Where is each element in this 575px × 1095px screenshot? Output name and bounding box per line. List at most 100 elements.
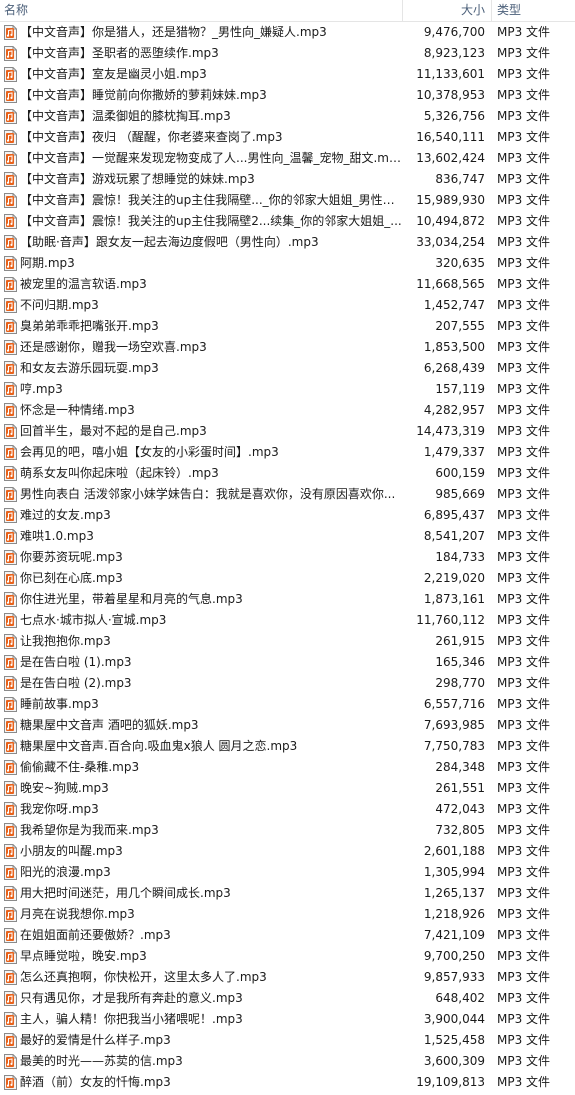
file-name: 小朋友的叫醒.mp3 <box>20 844 123 858</box>
file-row[interactable]: 怀念是一种情绪.mp3 4,282,957 MP3 文件 <box>0 400 575 421</box>
file-row[interactable]: 晚安~狗贼.mp3 261,551 MP3 文件 <box>0 778 575 799</box>
file-size: 6,268,439 <box>423 361 485 375</box>
file-size: 284,348 <box>435 760 485 774</box>
file-row[interactable]: 最美的时光——苏荬的信.mp3 3,600,309 MP3 文件 <box>0 1051 575 1072</box>
file-name: 让我抱抱你.mp3 <box>20 634 111 648</box>
file-row[interactable]: 臭弟弟乖乖把嘴张开.mp3 207,555 MP3 文件 <box>0 316 575 337</box>
file-name: 怎么还真抱啊，你快松开，这里太多人了.mp3 <box>20 970 267 984</box>
column-header-size[interactable]: 大小 <box>403 0 485 21</box>
file-type: MP3 文件 <box>497 529 551 543</box>
file-row[interactable]: 我希望你是为我而来.mp3 732,805 MP3 文件 <box>0 820 575 841</box>
file-size: 9,476,700 <box>423 25 485 39</box>
file-row[interactable]: 回首半生，最对不起的是自己.mp3 14,473,319 MP3 文件 <box>0 421 575 442</box>
audio-file-icon <box>4 613 17 628</box>
file-row[interactable]: 难哄1.0.mp3 8,541,207 MP3 文件 <box>0 526 575 547</box>
file-row[interactable]: 是在告白啦 (1).mp3 165,346 MP3 文件 <box>0 652 575 673</box>
file-type: MP3 文件 <box>497 319 551 333</box>
file-row[interactable]: 哼.mp3 157,119 MP3 文件 <box>0 379 575 400</box>
file-row[interactable]: 还是感谢你，赠我一场空欢喜.mp3 1,853,500 MP3 文件 <box>0 337 575 358</box>
file-size: 985,669 <box>435 487 485 501</box>
file-name: 醉酒（前）女友的忏悔.mp3 <box>20 1075 171 1089</box>
audio-file-icon <box>4 151 17 166</box>
file-row[interactable]: 在姐姐面前还要傲娇？.mp3 7,421,109 MP3 文件 <box>0 925 575 946</box>
file-name: 晚安~狗贼.mp3 <box>20 781 109 795</box>
file-row[interactable]: 【助眠·音声】跟女友一起去海边度假吧（男性向）.mp3 33,034,254 MP3… <box>0 232 575 253</box>
file-name: 回首半生，最对不起的是自己.mp3 <box>20 424 207 438</box>
file-size: 13,602,424 <box>416 151 485 165</box>
file-row[interactable]: 【中文音声】震惊！我关注的up主住我隔壁..._你的邻家大姐姐_男性向_... 1… <box>0 190 575 211</box>
file-size: 207,555 <box>435 319 485 333</box>
file-row[interactable]: 早点睡觉啦，晚安.mp3 9,700,250 MP3 文件 <box>0 946 575 967</box>
file-row[interactable]: 不问归期.mp3 1,452,747 MP3 文件 <box>0 295 575 316</box>
file-size: 472,043 <box>435 802 485 816</box>
file-row[interactable]: 【中文音声】睡觉前向你撒娇的萝莉妹妹.mp3 10,378,953 MP3 文件 <box>0 85 575 106</box>
column-header-type[interactable]: 类型 <box>497 0 567 21</box>
file-row[interactable]: 男性向表白 活泼邻家小妹学妹告白：我就是喜欢你，没有原因喜欢你... 985,66… <box>0 484 575 505</box>
file-size: 16,540,111 <box>416 130 485 144</box>
audio-file-icon <box>4 214 17 229</box>
file-row[interactable]: 【中文音声】一觉醒来发现宠物变成了人...男性向_温馨_宠物_甜文.mp3 13,… <box>0 148 575 169</box>
file-row[interactable]: 和女友去游乐园玩耍.mp3 6,268,439 MP3 文件 <box>0 358 575 379</box>
file-size: 7,750,783 <box>423 739 485 753</box>
file-row[interactable]: 是在告白啦 (2).mp3 298,770 MP3 文件 <box>0 673 575 694</box>
file-name: 【助眠·音声】跟女友一起去海边度假吧（男性向）.mp3 <box>20 235 319 249</box>
column-header-name[interactable]: 名称 <box>4 0 400 21</box>
file-row[interactable]: 阳光的浪漫.mp3 1,305,994 MP3 文件 <box>0 862 575 883</box>
file-row[interactable]: 月亮在说我想你.mp3 1,218,926 MP3 文件 <box>0 904 575 925</box>
file-size: 7,693,985 <box>423 718 485 732</box>
file-row[interactable]: 【中文音声】震惊！我关注的up主住我隔壁2...续集_你的邻家大姐姐_... 10… <box>0 211 575 232</box>
file-row[interactable]: 【中文音声】夜归 （醒醒，你老婆来查岗了.mp3 16,540,111 MP3 文件 <box>0 127 575 148</box>
audio-file-icon <box>4 571 17 586</box>
file-row[interactable]: 【中文音声】室友是幽灵小姐.mp3 11,133,601 MP3 文件 <box>0 64 575 85</box>
file-row[interactable]: 用大把时间迷茫，用几个瞬间成长.mp3 1,265,137 MP3 文件 <box>0 883 575 904</box>
file-row[interactable]: 睡前故事.mp3 6,557,716 MP3 文件 <box>0 694 575 715</box>
file-type: MP3 文件 <box>497 802 551 816</box>
file-name: 怀念是一种情绪.mp3 <box>20 403 135 417</box>
file-row[interactable]: 我宠你呀.mp3 472,043 MP3 文件 <box>0 799 575 820</box>
file-size: 2,219,020 <box>423 571 485 585</box>
file-row[interactable]: 醉酒（前）女友的忏悔.mp3 19,109,813 MP3 文件 <box>0 1072 575 1093</box>
file-type: MP3 文件 <box>497 88 551 102</box>
file-row[interactable]: 偷偷藏不住-桑稚.mp3 284,348 MP3 文件 <box>0 757 575 778</box>
file-row[interactable]: 七点水·城市拟人·宣城.mp3 11,760,112 MP3 文件 <box>0 610 575 631</box>
file-row[interactable]: 被宠里的温言软语.mp3 11,668,565 MP3 文件 <box>0 274 575 295</box>
file-size: 320,635 <box>435 256 485 270</box>
file-type: MP3 文件 <box>497 382 551 396</box>
audio-file-icon <box>4 319 17 334</box>
file-type: MP3 文件 <box>497 991 551 1005</box>
file-row[interactable]: 只有遇见你，才是我所有奔赴的意义.mp3 648,402 MP3 文件 <box>0 988 575 1009</box>
file-name: 【中文音声】室友是幽灵小姐.mp3 <box>20 67 207 81</box>
file-row[interactable]: 怎么还真抱啊，你快松开，这里太多人了.mp3 9,857,933 MP3 文件 <box>0 967 575 988</box>
file-row[interactable]: 你住进光里，带着星星和月亮的气息.mp3 1,873,161 MP3 文件 <box>0 589 575 610</box>
file-row[interactable]: 你要苏资玩呢.mp3 184,733 MP3 文件 <box>0 547 575 568</box>
file-row[interactable]: 难过的女友.mp3 6,895,437 MP3 文件 <box>0 505 575 526</box>
file-row[interactable]: 【中文音声】温柔御姐的膝枕掏耳.mp3 5,326,756 MP3 文件 <box>0 106 575 127</box>
file-row[interactable]: 你已刻在心底.mp3 2,219,020 MP3 文件 <box>0 568 575 589</box>
file-type: MP3 文件 <box>497 571 551 585</box>
file-row[interactable]: 小朋友的叫醒.mp3 2,601,188 MP3 文件 <box>0 841 575 862</box>
file-name: 难过的女友.mp3 <box>20 508 111 522</box>
file-row[interactable]: 萌系女友叫你起床啦（起床铃）.mp3 600,159 MP3 文件 <box>0 463 575 484</box>
file-row[interactable]: 会再见的吧，嘻小姐【女友的小彩蛋时间】.mp3 1,479,337 MP3 文件 <box>0 442 575 463</box>
file-row[interactable]: 主人，骗人精！你把我当小猪喂呢！.mp3 3,900,044 MP3 文件 <box>0 1009 575 1030</box>
file-row[interactable]: 阿期.mp3 320,635 MP3 文件 <box>0 253 575 274</box>
audio-file-icon <box>4 655 17 670</box>
audio-file-icon <box>4 46 17 61</box>
file-name: 【中文音声】你是猎人，还是猎物？_男性向_嫌疑人.mp3 <box>20 25 327 39</box>
file-row[interactable]: 【中文音声】圣职者的恶堕续作.mp3 8,923,123 MP3 文件 <box>0 43 575 64</box>
file-row[interactable]: 糖果屋中文音声.百合向.吸血鬼x狼人 圆月之恋.mp3 7,750,783 MP3 … <box>0 736 575 757</box>
file-size: 1,218,926 <box>423 907 485 921</box>
file-row[interactable]: 【中文音声】你是猎人，还是猎物？_男性向_嫌疑人.mp3 9,476,700 MP3… <box>0 22 575 43</box>
file-type: MP3 文件 <box>497 1012 551 1026</box>
file-row[interactable]: 糖果屋中文音声 酒吧的狐妖.mp3 7,693,985 MP3 文件 <box>0 715 575 736</box>
audio-file-icon <box>4 277 17 292</box>
audio-file-icon <box>4 718 17 733</box>
file-type: MP3 文件 <box>497 718 551 732</box>
file-row[interactable]: 最好的爱情是什么样子.mp3 1,525,458 MP3 文件 <box>0 1030 575 1051</box>
file-type: MP3 文件 <box>497 298 551 312</box>
column-divider[interactable] <box>491 0 492 21</box>
file-row[interactable]: 让我抱抱你.mp3 261,915 MP3 文件 <box>0 631 575 652</box>
file-size: 600,159 <box>435 466 485 480</box>
file-name: 只有遇见你，才是我所有奔赴的意义.mp3 <box>20 991 243 1005</box>
file-row[interactable]: 【中文音声】游戏玩累了想睡觉的妹妹.mp3 836,747 MP3 文件 <box>0 169 575 190</box>
